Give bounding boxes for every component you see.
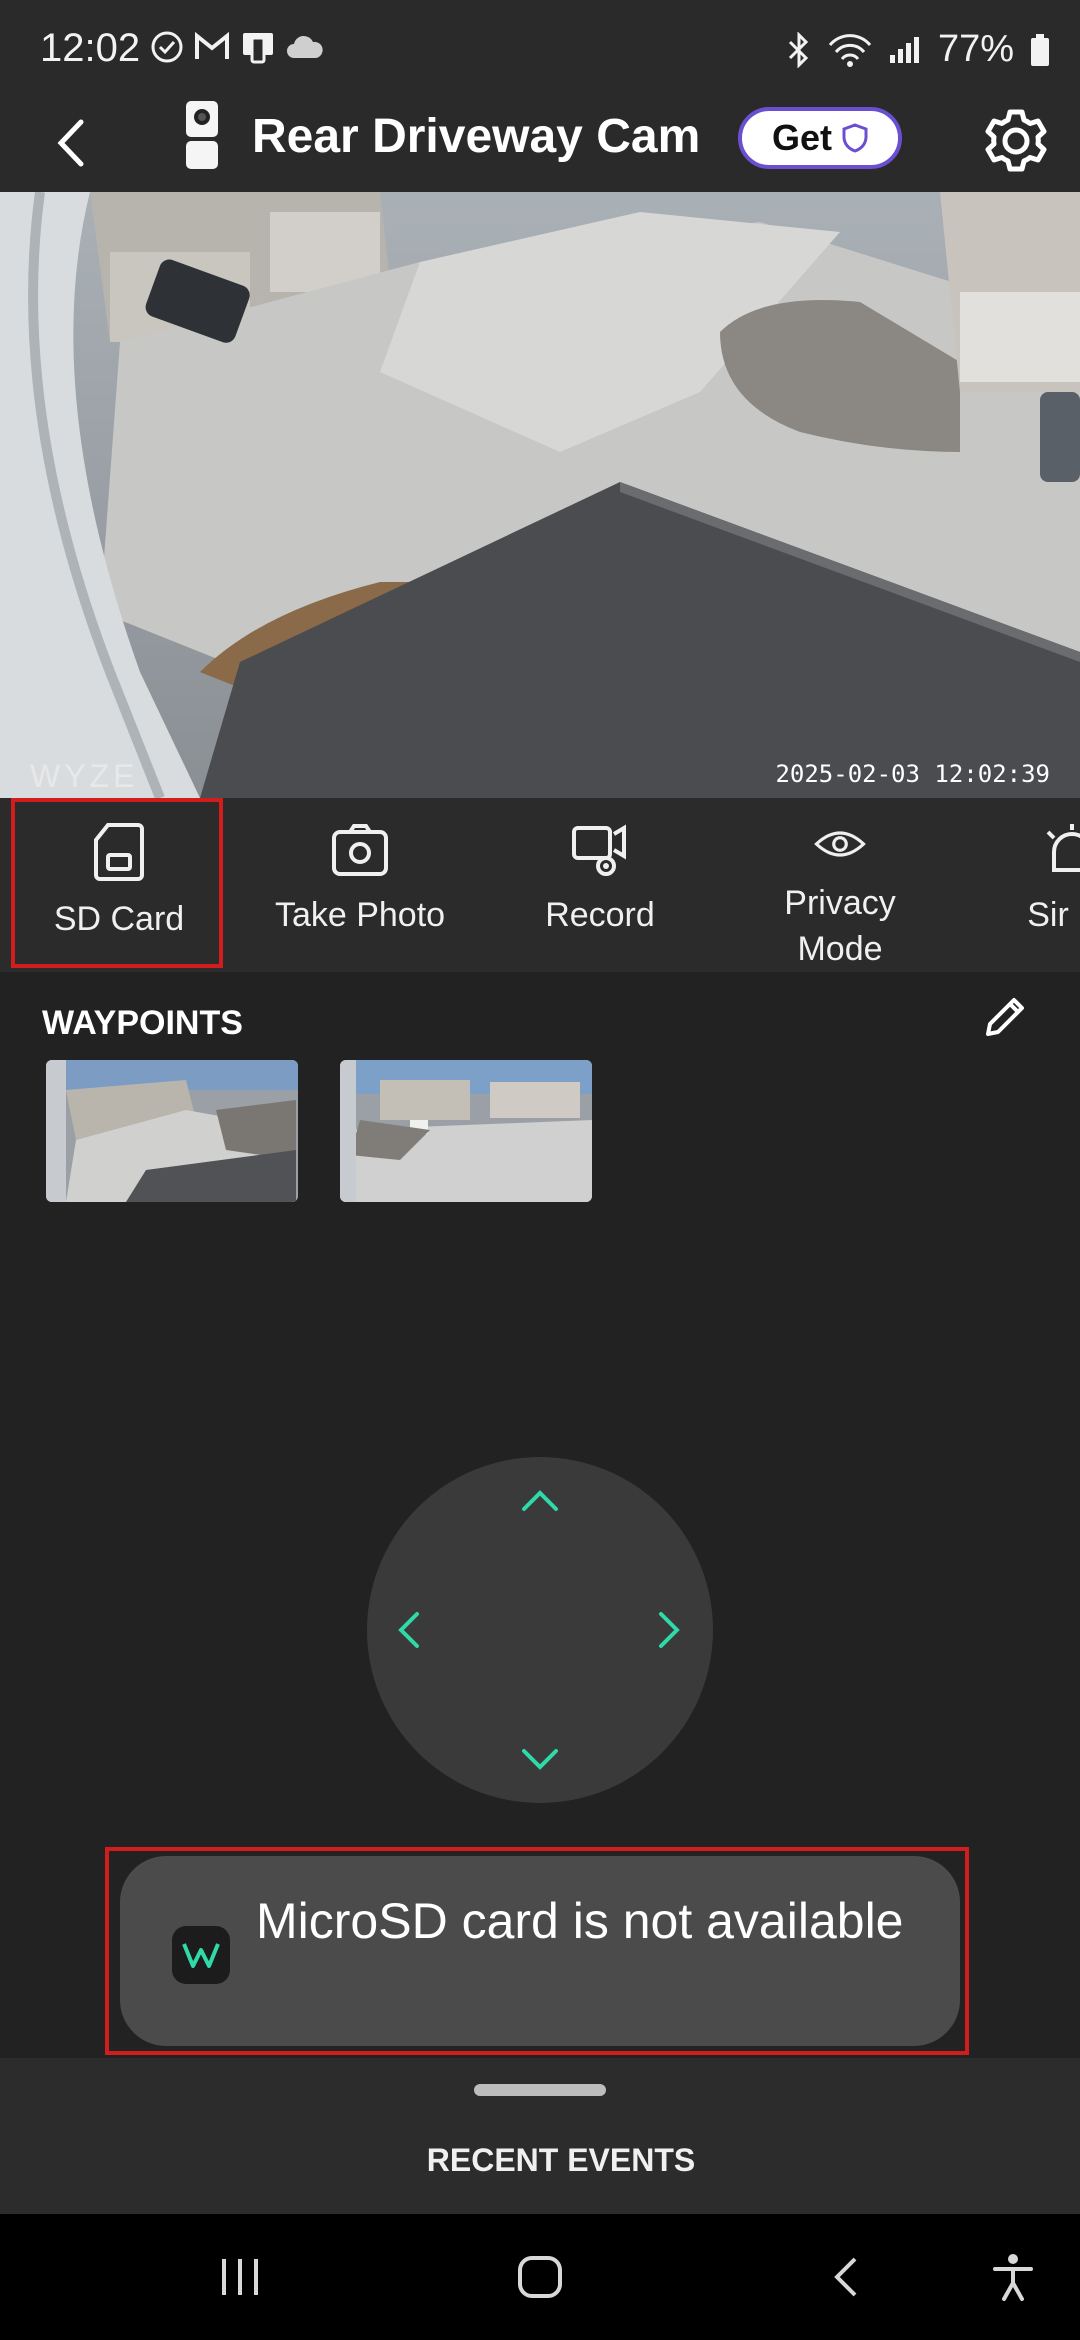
app-header: Rear Driveway Cam Get: [0, 95, 1080, 192]
battery-percent: 77%: [937, 28, 1014, 70]
tilt-up-button[interactable]: [510, 1471, 570, 1531]
privacy-mode-button[interactable]: Privacy Mode: [730, 798, 950, 972]
notification-icons: [150, 30, 324, 64]
drag-handle[interactable]: [474, 2084, 606, 2096]
accessibility-button[interactable]: [978, 2244, 1048, 2310]
pencil-edit-icon[interactable]: [982, 992, 1030, 1040]
wyze-watermark: WYZE: [30, 758, 139, 794]
waypoint-thumbnail[interactable]: [46, 1060, 298, 1202]
bluetooth-icon: [788, 31, 809, 68]
sd-card-highlight-box: [11, 798, 223, 968]
shield-icon: [842, 123, 868, 153]
siren-label: Sir: [1027, 896, 1069, 934]
recent-events-label: RECENT EVENTS: [426, 2142, 696, 2178]
signal-icon: [889, 36, 919, 63]
wifi-6e-icon: [828, 33, 872, 67]
record-button[interactable]: Record: [500, 798, 700, 972]
waypoint-thumbnail[interactable]: [340, 1060, 592, 1202]
tilt-down-button[interactable]: [510, 1729, 570, 1789]
chevron-down-icon: [522, 1749, 558, 1770]
recent-apps-button[interactable]: [205, 2244, 275, 2310]
waypoint-thumbnail-image: [46, 1060, 298, 1202]
record-label: Record: [545, 896, 655, 934]
pan-tilt-dpad: [367, 1457, 713, 1803]
toast-highlight-box: [105, 1847, 969, 2055]
video-timestamp: 2025-02-03 12:02:39: [775, 760, 1050, 788]
take-photo-button[interactable]: Take Photo: [250, 798, 470, 972]
page-title: Rear Driveway Cam: [252, 110, 701, 163]
back-button[interactable]: [40, 113, 100, 173]
home-button[interactable]: [505, 2244, 575, 2310]
status-time: 12:02: [40, 26, 141, 70]
camera-scene: [0, 192, 1080, 798]
status-bar: 12:02 77%: [0, 0, 1080, 95]
chevron-up-icon: [522, 1490, 558, 1511]
system-back-button[interactable]: [810, 2244, 880, 2310]
device-icon: [243, 33, 273, 64]
pan-right-button[interactable]: [639, 1600, 699, 1660]
eye-icon: [814, 831, 866, 857]
home-icon: [518, 2256, 562, 2298]
pan-left-button[interactable]: [379, 1600, 439, 1660]
recent-apps-icon: [222, 2259, 258, 2295]
camera-device-icon: [186, 101, 218, 169]
chevron-left-icon: [57, 119, 84, 167]
cloud-icon: [287, 35, 323, 58]
system-icons: 77%: [786, 28, 1050, 71]
live-video-feed[interactable]: WYZE 2025-02-03 12:02:39: [0, 192, 1080, 798]
accessibility-icon: [993, 2254, 1033, 2301]
gmail-icon: [195, 32, 229, 59]
siren-button[interactable]: Sir: [1012, 798, 1080, 972]
video-record-icon: [572, 824, 626, 876]
check-circle-icon: [151, 31, 183, 63]
waypoint-thumbnail-image: [340, 1060, 592, 1202]
get-subscription-button[interactable]: Get: [738, 107, 902, 169]
system-nav-bar: [0, 2214, 1080, 2340]
battery-icon: [1031, 33, 1049, 66]
settings-gear-icon[interactable]: [980, 105, 1052, 177]
siren-icon: [1046, 824, 1080, 872]
back-icon: [834, 2257, 857, 2297]
waypoints-title: WAYPOINTS: [42, 1004, 243, 1042]
get-label: Get: [771, 117, 832, 158]
take-photo-label: Take Photo: [274, 896, 446, 934]
recent-events-sheet[interactable]: RECENT EVENTS: [0, 2058, 1080, 2214]
chevron-right-icon: [659, 1612, 680, 1648]
privacy-mode-label: Privacy Mode: [784, 884, 896, 968]
camera-icon: [332, 824, 388, 876]
chevron-left-icon: [398, 1612, 419, 1648]
